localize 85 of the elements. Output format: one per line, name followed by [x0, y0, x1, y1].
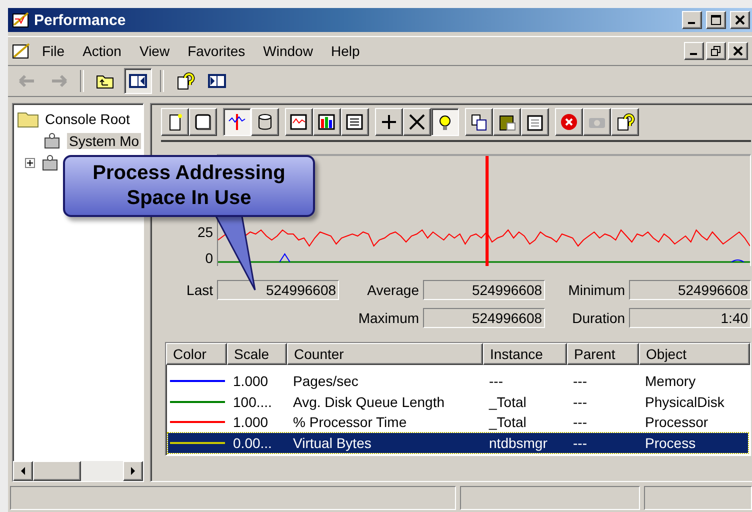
counter-row[interactable]: 1.000 Pages/sec --- --- Memory [168, 371, 748, 392]
table-cell-text: 100.... [232, 394, 273, 410]
folder-icon [17, 110, 39, 128]
table-cell-text: Process [644, 434, 697, 451]
toolbar-button[interactable] [124, 68, 152, 94]
line-graph-icon [289, 112, 310, 132]
stat-value: 524996608 [217, 280, 340, 300]
toolbar-button[interactable] [431, 108, 460, 136]
activity-chart-icon [227, 112, 248, 132]
table-cell-text: --- [572, 373, 588, 390]
menu-item[interactable]: Window [255, 41, 321, 61]
table-cell-text: Virtual Bytes [292, 434, 372, 451]
close-icon [733, 46, 743, 56]
restore-icon [711, 46, 721, 56]
expand-icon[interactable] [25, 158, 35, 168]
stat-label: Last [186, 282, 214, 298]
axis-label: 0 [205, 250, 214, 266]
table-cell-text: 1.000 [232, 373, 270, 390]
callout-text: Process Addressing [92, 161, 286, 186]
left-arrow-icon[interactable] [20, 467, 26, 475]
table-cell-text: % Processor Time [292, 414, 408, 430]
stat-value: 524996608 [629, 280, 752, 300]
notepad-icon [193, 112, 214, 132]
app-icon [12, 41, 32, 61]
table-cell-text: ntdbsmgr [488, 434, 548, 451]
help-icon [175, 71, 195, 91]
stat-label: Maximum [357, 310, 420, 326]
maximize-button[interactable] [706, 11, 726, 29]
callout-text: Space In Use [126, 186, 252, 211]
table-cell-text: --- [572, 394, 588, 410]
minimize-button[interactable] [682, 11, 702, 29]
table-cell-text: 1.000 [232, 414, 270, 430]
right-arrow-icon[interactable] [130, 467, 136, 475]
panel-icon [128, 71, 148, 91]
table-cell-text: Processor [644, 414, 710, 430]
column-header[interactable]: Parent [567, 343, 640, 365]
column-header[interactable]: Instance [483, 343, 568, 365]
restore-button[interactable] [706, 42, 726, 60]
stat-label: Minimum [567, 282, 626, 298]
menu-item[interactable]: View [131, 41, 178, 61]
table-cell-text: 0.00... [232, 434, 273, 451]
panel-icon [207, 71, 227, 91]
axis-label: 25 [197, 224, 214, 240]
table-cell-text: --- [572, 434, 588, 451]
app-icon [12, 11, 30, 29]
horizontal-scrollbar[interactable] [13, 461, 144, 481]
table-cell-text: Avg. Disk Queue Length [292, 394, 446, 410]
table-cell-text: Pages/sec [292, 373, 360, 390]
toolbar-button[interactable] [223, 108, 252, 136]
stat-value: 524996608 [423, 308, 546, 328]
stat-label: Duration [571, 310, 626, 326]
menu-item[interactable]: Action [74, 41, 130, 61]
close-button[interactable] [728, 42, 748, 60]
menu-item[interactable]: Help [322, 41, 368, 61]
counter-row[interactable]: 1.000 % Processor Time _Total --- Processor [168, 412, 748, 432]
stat-label: Average [366, 282, 420, 298]
close-button[interactable] [730, 11, 750, 29]
copy-icon [469, 112, 490, 132]
help-icon [615, 112, 636, 132]
window-title: Performance [34, 12, 127, 28]
stop-icon [559, 112, 580, 132]
tree-item[interactable]: Console Root [43, 111, 132, 127]
column-header[interactable]: Object [639, 343, 750, 365]
close-icon [735, 15, 745, 25]
table-cell-text: PhysicalDisk [644, 394, 726, 410]
tree-item[interactable]: System Mo [67, 133, 142, 149]
report-icon [345, 112, 366, 132]
column-header[interactable]: Color [166, 343, 228, 365]
bar-chart-icon [317, 112, 338, 132]
menu-item[interactable]: File [34, 41, 73, 61]
counter-row[interactable]: 0.00... Virtual Bytes ntdbsmgr --- Process [168, 432, 748, 453]
table-cell-text: _Total [488, 414, 528, 430]
table-cell-text: --- [572, 414, 588, 430]
column-header[interactable]: Counter [287, 343, 484, 365]
stat-value: 1:40 [629, 308, 752, 328]
column-header[interactable]: Scale [227, 343, 288, 365]
cross-icon [407, 112, 428, 132]
stat-value: 524996608 [423, 280, 546, 300]
table-cell-text: Memory [644, 373, 697, 390]
minimize-button[interactable] [684, 42, 704, 60]
counter-row[interactable]: 100.... Avg. Disk Queue Length _Total --- PhysicalDisk [168, 392, 748, 412]
table-cell-text: _Total [488, 394, 528, 410]
table-cell-text: --- [488, 373, 504, 390]
maximize-icon [711, 15, 721, 25]
menu-item[interactable]: Favorites [180, 41, 254, 61]
